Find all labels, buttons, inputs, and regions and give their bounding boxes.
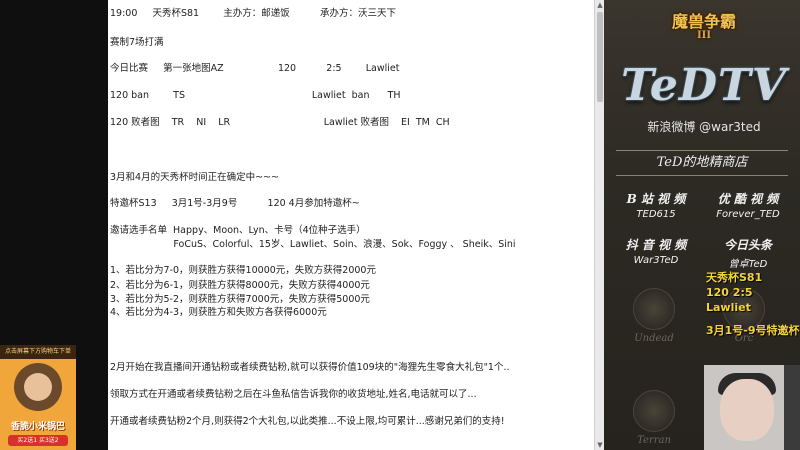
logo-title: 魔兽争霸 [671,12,736,31]
shop-banner: TeD的地精商店 [616,150,788,176]
channel-value: War3TeD [633,255,679,266]
ad-offer-badge: 买2送1 买3送2 [8,435,68,446]
doc-line: 3、若比分为5-2，则获胜方获得7000元，失败方获得5000元 [110,294,370,305]
doc-line: 今日比赛 第一张地图AZ 120 2:5 Lawliet [110,63,400,74]
promo-line: 天秀杯S81 [706,271,763,284]
promo-line: 3月1号-9号特邀杯 [706,324,800,337]
race-label: Terran [637,435,671,446]
doc-line: 特邀杯S13 3月1号-3月9号 120 4月参加特邀杯~ [110,198,360,209]
undead-icon [633,288,675,330]
doc-line: 赛制7场打满 [110,37,164,48]
weibo-handle: 新浪微博 @war3ted [647,120,761,134]
ad-person-image [14,363,62,411]
channel-bilibili: B 站 视 频 TED615 [610,190,702,220]
doc-line: 19:00 天秀杯S81 主办方：邮递饭 承办方：沃三天下 [110,8,396,19]
microphone-icon [784,365,800,450]
doc-line: 2、若比分为6-1，则获胜方获得8000元，失败方获得4000元 [110,280,370,291]
channel-value: TED615 [636,209,676,220]
channel-youku: 优 酷 视 频 Forever_TED [702,190,794,220]
channel-title: 今日头条 [723,238,772,252]
doc-line: 邀请选手名单 Happy、Moon、Lyn、卡号（4位种子选手） [110,225,366,236]
doc-line: 开通或者续费钻粉2个月,则获得2个大礼包,以此类推...不设上限,均可累计...… [110,416,505,427]
doc-line: 3月和4月的天秀杯时间正在确定中~~~ [110,172,279,183]
channel-toutiao: 今日头条 曾卓TeD [702,236,794,270]
terran-icon [633,390,675,432]
doc-line: 120 ban TS Lawliet ban TH [110,90,401,101]
race-terran-emblem: Terran [624,390,684,446]
ad-top-text: 点击屏幕下方购物车下单 [0,345,76,359]
warcraft-logo: 魔兽争霸 III [660,8,748,48]
brand-logo: TeDTV [621,60,787,111]
doc-line: FoCuS、Colorful、15岁、Lawliet、Soin、浪漫、Sok、F… [110,239,516,250]
race-label: Undead [634,333,674,344]
promo-line: 120 2:5 Lawliet [706,286,753,314]
streamer-face [720,379,774,441]
doc-line: 领取方式在开通或者续费钻粉之后在斗鱼私信告诉我你的收货地址,姓名,电话就可以了.… [110,389,477,400]
notepad-document[interactable]: 19:00 天秀杯S81 主办方：邮递饭 承办方：沃三天下 赛制7场打满 今日比… [108,0,594,450]
scroll-thumb[interactable] [597,12,603,102]
snack-ad-banner[interactable]: 点击屏幕下方购物车下单 香脆小米锅巴 买2送1 买3送2 [0,345,76,450]
channel-title: B 站 视 频 [626,192,686,206]
channel-douyin: 抖 音 视 频 War3TeD [610,236,702,266]
channel-title: 抖 音 视 频 [625,238,687,252]
logo-numeral: III [696,30,712,41]
doc-line: 2月开始在我直播间开通钻粉或者续费钻粉,就可以获得价值109块的"海狸先生零食大… [110,362,510,373]
ad-product-name: 香脆小米锅巴 [10,422,65,432]
doc-line: 4、若比分为4-3，则获胜方和失败方各获得6000元 [110,307,327,318]
channel-value: 曾卓TeD [728,259,768,270]
race-undead-emblem: Undead [624,288,684,344]
channel-value: Forever_TED [716,209,780,220]
doc-line: 120 败者图 TR NI LR Lawliet 败者图 EI TM CH [110,117,450,128]
channel-title: 优 酷 视 频 [717,192,779,206]
streamer-webcam [704,365,800,450]
event-promo: 天秀杯S81 120 2:5 Lawliet 3月1号-9号特邀杯 [706,270,800,338]
doc-line: 1、若比分为7-0，则获胜方获得10000元，失败方获得2000元 [110,265,376,276]
